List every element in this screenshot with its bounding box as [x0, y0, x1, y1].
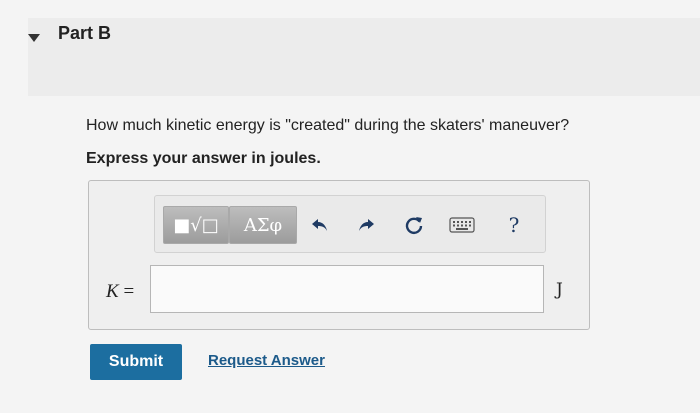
unit-label: J	[556, 280, 563, 300]
collapse-caret-icon[interactable]	[28, 34, 40, 42]
undo-icon[interactable]	[307, 212, 333, 238]
help-button[interactable]: ?	[501, 212, 527, 238]
symbols-button[interactable]: ΑΣφ	[229, 206, 297, 244]
variable-symbol: K	[106, 281, 119, 302]
keyboard-icon[interactable]	[447, 212, 477, 238]
templates-button[interactable]: ■√□	[163, 206, 229, 244]
equals-sign: =	[118, 281, 135, 302]
answer-variable-label: K =	[106, 281, 134, 303]
submit-button[interactable]: Submit	[90, 344, 182, 380]
question-text: How much kinetic energy is "created" dur…	[86, 117, 570, 134]
answer-input[interactable]	[150, 265, 544, 313]
reset-icon[interactable]	[401, 212, 427, 238]
redo-icon[interactable]	[353, 212, 379, 238]
symbols-label: ΑΣφ	[243, 214, 283, 236]
part-title: Part B	[58, 23, 112, 43]
answer-instruction: Express your answer in joules.	[86, 150, 321, 167]
part-header[interactable]	[28, 18, 700, 96]
math-toolbar: ■√□ ΑΣφ ?	[154, 195, 546, 253]
templates-icon: ■√□	[173, 214, 219, 236]
request-answer-link[interactable]: Request Answer	[208, 352, 325, 369]
